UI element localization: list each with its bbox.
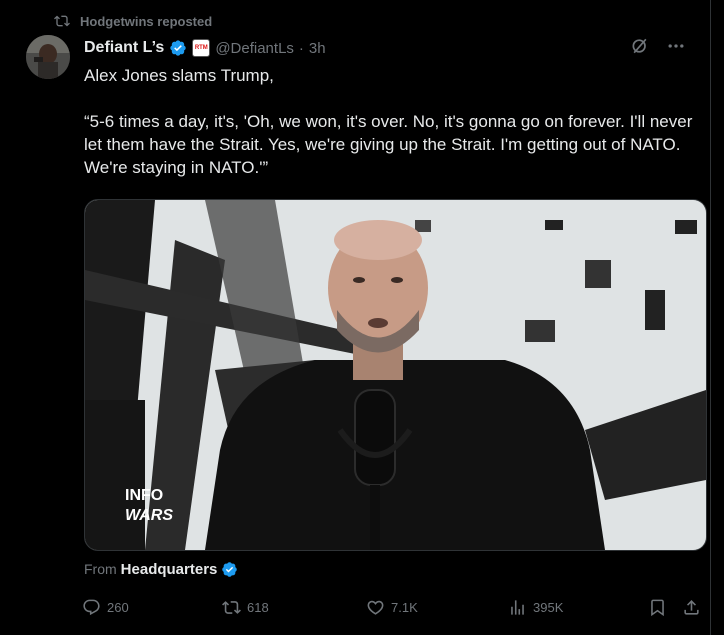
repost-label: Hodgetwins reposted	[80, 13, 213, 29]
verified-badge-icon[interactable]	[169, 39, 187, 57]
views-icon	[511, 599, 524, 615]
avatar[interactable]	[26, 35, 70, 79]
tweet-header: Defiant L’s RTM @DefiantLs · 3h	[84, 36, 686, 60]
affiliate-badge[interactable]: RTM	[192, 39, 211, 57]
more-icon[interactable]	[666, 36, 686, 56]
reply-count: 260	[107, 599, 129, 615]
repost-icon	[222, 600, 241, 614]
bookmark-button[interactable]	[648, 594, 667, 620]
heart-icon	[367, 600, 384, 615]
verified-badge-icon	[221, 561, 238, 578]
share-icon	[684, 599, 699, 615]
view-count: 395K	[533, 599, 564, 615]
repost-context[interactable]: Hodgetwins reposted	[54, 11, 212, 31]
tweet-text: Alex Jones slams Trump, “5-6 times a day…	[84, 64, 704, 179]
tweet-container[interactable]: Hodgetwins reposted Defiant L’s RTM @Def…	[0, 0, 711, 635]
like-count: 7.1K	[391, 599, 418, 615]
author-handle[interactable]: @DefiantLs	[215, 40, 294, 57]
repost-icon	[54, 15, 70, 27]
reply-button[interactable]: 260	[82, 594, 129, 620]
repost-count: 618	[247, 599, 269, 615]
grok-icon[interactable]	[630, 36, 650, 56]
tweet-text-line1: Alex Jones slams Trump,	[84, 66, 274, 85]
video-frame: INFO WARS	[85, 200, 706, 550]
avatar-image	[26, 35, 70, 79]
header-actions	[630, 36, 686, 56]
separator: ·	[298, 39, 304, 57]
source-prefix: From	[84, 561, 117, 577]
views-button[interactable]: 395K	[508, 594, 563, 620]
bookmark-icon	[651, 599, 664, 616]
video-player[interactable]: INFO WARS	[84, 199, 707, 551]
reply-icon	[83, 599, 100, 615]
repost-button[interactable]: 618	[222, 594, 269, 620]
timestamp[interactable]: 3h	[309, 40, 326, 57]
video-source: From Headquarters	[84, 559, 238, 579]
share-button[interactable]	[682, 594, 701, 620]
source-name[interactable]: Headquarters	[121, 561, 218, 578]
watermark-line2: WARS	[125, 507, 173, 524]
action-bar: 260 618 7.1K 395K	[82, 594, 704, 620]
watermark-line1: INFO	[125, 487, 163, 504]
author-name[interactable]: Defiant L’s	[84, 39, 164, 57]
like-button[interactable]: 7.1K	[366, 594, 418, 620]
tweet-text-quote: “5-6 times a day, it's, 'Oh, we won, it'…	[84, 112, 693, 177]
